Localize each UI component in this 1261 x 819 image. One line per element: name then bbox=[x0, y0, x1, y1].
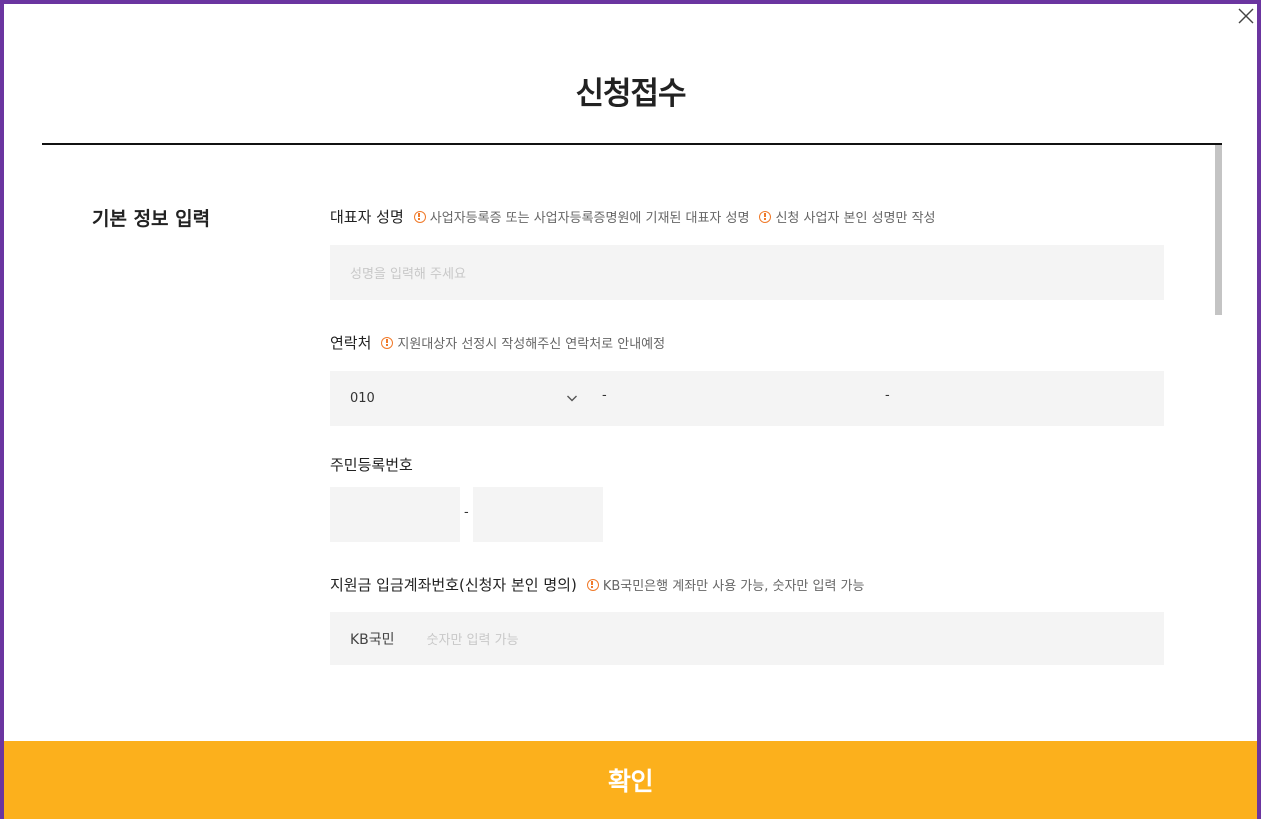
close-icon bbox=[1238, 8, 1254, 24]
bank-name: KB국민 bbox=[350, 631, 395, 648]
phone-label-row: 연락처 지원대상자 선정시 작성해주신 연락처로 안내예정 bbox=[330, 332, 665, 353]
warning-icon bbox=[586, 578, 599, 591]
warning-icon bbox=[759, 210, 772, 223]
account-input[interactable]: KB국민 숫자만 입력 가능 bbox=[330, 612, 1164, 665]
phone-input-group: 010 - - bbox=[330, 371, 1164, 426]
ssn-label-row: 주민등록번호 bbox=[330, 454, 413, 475]
warning-icon bbox=[413, 210, 426, 223]
phone-hint-text: 지원대상자 선정시 작성해주신 연락처로 안내예정 bbox=[397, 337, 666, 352]
account-label: 지원금 입금계좌번호(신청자 본인 명의) bbox=[330, 576, 577, 594]
name-hint-1-text: 사업자등록증 또는 사업자등록증명원에 기재된 대표자 성명 bbox=[429, 211, 750, 226]
phone-prefix-select[interactable]: 010 bbox=[350, 371, 580, 426]
name-label-row: 대표자 성명 사업자등록증 또는 사업자등록증명원에 기재된 대표자 성명 신청… bbox=[330, 206, 936, 227]
ssn-front-input[interactable] bbox=[330, 487, 460, 542]
phone-hint: 지원대상자 선정시 작성해주신 연락처로 안내예정 bbox=[381, 333, 665, 352]
ssn-label: 주민등록번호 bbox=[330, 456, 413, 474]
close-button[interactable] bbox=[1237, 7, 1255, 25]
section-title: 기본 정보 입력 bbox=[92, 208, 211, 230]
account-label-row: 지원금 입금계좌번호(신청자 본인 명의) KB국민은행 계좌만 사용 가능, … bbox=[330, 574, 864, 595]
phone-label: 연락처 bbox=[330, 334, 372, 352]
name-hint-2-text: 신청 사업자 본인 성명만 작성 bbox=[775, 211, 936, 226]
ssn-back-input[interactable] bbox=[473, 487, 603, 542]
phone-separator-2: - bbox=[885, 388, 890, 403]
phone-last-input[interactable] bbox=[905, 371, 1160, 426]
name-input-placeholder: 성명을 입력해 주세요 bbox=[350, 267, 466, 282]
name-label: 대표자 성명 bbox=[330, 208, 404, 226]
title-divider bbox=[42, 143, 1222, 145]
warning-icon bbox=[381, 336, 394, 349]
name-hint-2: 신청 사업자 본인 성명만 작성 bbox=[759, 207, 936, 226]
name-input[interactable]: 성명을 입력해 주세요 bbox=[330, 245, 1164, 300]
name-hint-1: 사업자등록증 또는 사업자등록증명원에 기재된 대표자 성명 bbox=[413, 207, 750, 226]
phone-middle-input[interactable] bbox=[620, 371, 875, 426]
scrollbar-thumb[interactable] bbox=[1215, 145, 1222, 315]
ssn-separator: - bbox=[464, 505, 469, 520]
modal-title: 신청접수 bbox=[575, 76, 686, 112]
chevron-down-icon bbox=[567, 395, 577, 402]
confirm-button-label: 확인 bbox=[607, 767, 654, 796]
phone-prefix-value: 010 bbox=[350, 391, 375, 406]
account-hint: KB국민은행 계좌만 사용 가능, 숫자만 입력 가능 bbox=[586, 575, 865, 594]
phone-separator-1: - bbox=[602, 388, 607, 403]
account-input-placeholder: 숫자만 입력 가능 bbox=[426, 633, 519, 648]
confirm-button[interactable]: 확인 bbox=[4, 741, 1257, 819]
account-hint-text: KB국민은행 계좌만 사용 가능, 숫자만 입력 가능 bbox=[602, 579, 865, 594]
application-modal: 신청접수 기본 정보 입력 대표자 성명 사업자등록증 또는 사업자등록증명원에… bbox=[0, 0, 1261, 819]
